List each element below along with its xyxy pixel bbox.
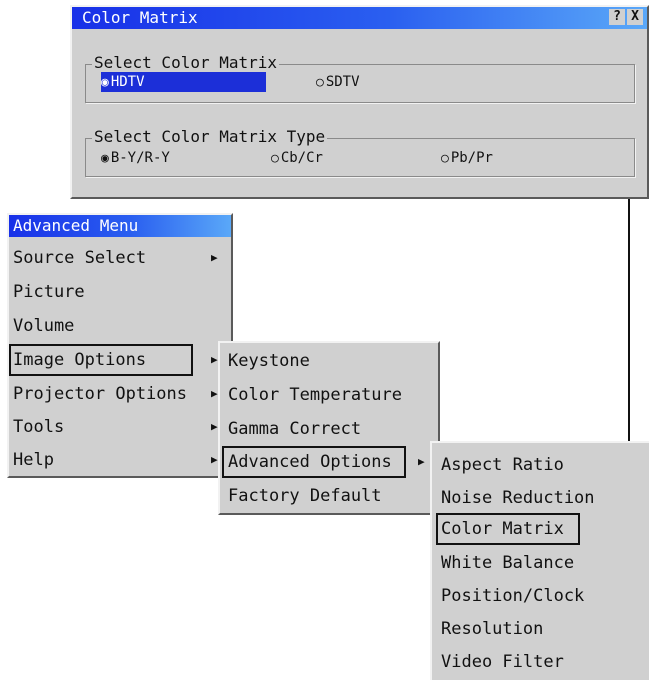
menu-item-position-clock[interactable]: Position/Clock — [432, 580, 632, 612]
submenu-arrow-icon: ▶ — [211, 420, 218, 433]
pb-pr-label: Pb/Pr — [450, 150, 493, 166]
menu-item-gamma-correct[interactable]: Gamma Correct — [220, 413, 438, 445]
advanced-menu-title: Advanced Menu — [9, 215, 231, 237]
hdtv-label: HDTV — [110, 74, 145, 90]
menu-item-source-select[interactable]: Source Select — [9, 242, 231, 274]
color-matrix-legend: Select Color Matrix — [92, 53, 280, 73]
menu-item-tools[interactable]: Tools — [9, 411, 231, 443]
sdtv-radio[interactable]: ○ SDTV — [316, 72, 360, 93]
menu-item-noise-reduction[interactable]: Noise Reduction — [432, 482, 632, 514]
by-ry-radio[interactable]: ◉ B-Y/R-Y — [101, 148, 170, 169]
menu-item-help[interactable]: Help — [9, 444, 231, 476]
by-ry-label: B-Y/R-Y — [110, 150, 170, 166]
color-matrix-dialog: Color Matrix ? X Select Color Matrix ◉ HD… — [70, 5, 649, 199]
close-button[interactable]: X — [627, 9, 643, 25]
color-matrix-group: Select Color Matrix ◉ HDTV ○ SDTV — [85, 53, 635, 103]
help-button[interactable]: ? — [609, 9, 625, 25]
submenu-arrow-icon: ▶ — [211, 387, 218, 400]
menu-item-color-temperature[interactable]: Color Temperature — [220, 379, 438, 411]
color-matrix-type-group: Select Color Matrix Type ◉ B-Y/R-Y ○ Cb/Cr… — [85, 127, 635, 177]
submenu-arrow-icon: ▶ — [211, 453, 218, 466]
menu-item-picture[interactable]: Picture — [9, 276, 231, 308]
menu-item-factory-default[interactable]: Factory Default — [220, 480, 438, 512]
radio-selected-icon: ◉ — [101, 151, 109, 166]
submenu-arrow-icon: ▶ — [418, 455, 425, 468]
color-matrix-type-legend: Select Color Matrix Type — [92, 127, 328, 147]
cb-cr-radio[interactable]: ○ Cb/Cr — [271, 148, 323, 169]
submenu-arrow-icon: ▶ — [211, 353, 218, 366]
advanced-options-submenu: Aspect Ratio Noise Reduction Color Matri… — [430, 441, 649, 680]
sdtv-label: SDTV — [325, 74, 360, 90]
menu-item-color-matrix[interactable]: Color Matrix — [436, 513, 580, 545]
menu-item-keystone[interactable]: Keystone — [220, 345, 438, 377]
menu-item-advanced-options[interactable]: Advanced Options — [222, 446, 406, 478]
image-options-submenu: Keystone Color Temperature Gamma Correct… — [218, 341, 440, 515]
menu-item-resolution[interactable]: Resolution — [432, 613, 632, 645]
pb-pr-radio[interactable]: ○ Pb/Pr — [441, 148, 493, 169]
radio-unselected-icon: ○ — [271, 151, 279, 166]
menu-item-video-filter[interactable]: Video Filter — [432, 646, 632, 678]
submenu-arrow-icon: ▶ — [211, 251, 218, 264]
menu-item-aspect-ratio[interactable]: Aspect Ratio — [432, 449, 632, 481]
radio-unselected-icon: ○ — [441, 151, 449, 166]
advanced-menu: Advanced Menu Source Select ▶ Picture Vo… — [7, 213, 233, 478]
dialog-title: Color Matrix — [82, 8, 198, 27]
menu-item-white-balance[interactable]: White Balance — [432, 547, 632, 579]
dialog-titlebar: Color Matrix ? X — [72, 7, 647, 29]
hdtv-radio[interactable]: ◉ HDTV — [101, 72, 266, 92]
radio-selected-icon: ◉ — [101, 75, 109, 90]
radio-unselected-icon: ○ — [316, 75, 324, 90]
menu-item-projector-options[interactable]: Projector Options — [9, 378, 231, 410]
menu-item-image-options[interactable]: Image Options — [9, 344, 193, 376]
cb-cr-label: Cb/Cr — [280, 150, 323, 166]
menu-item-volume[interactable]: Volume — [9, 310, 231, 342]
